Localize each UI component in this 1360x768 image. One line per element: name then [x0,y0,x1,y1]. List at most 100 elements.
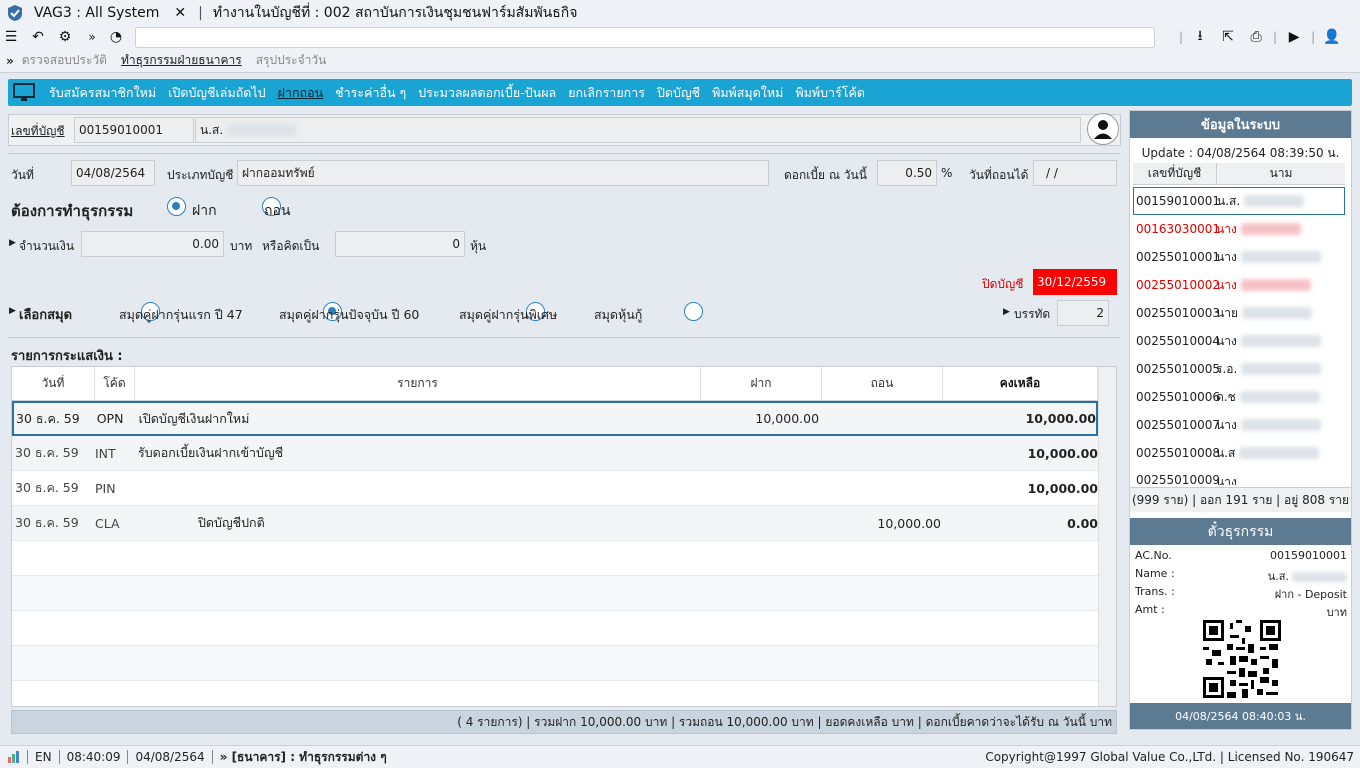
account-number-input[interactable]: 00159010001 [74,117,194,143]
download-icon[interactable]: ⭳ [1189,26,1211,48]
withdraw-date-label: วันที่ถอนได้ [969,168,1029,182]
history-icon[interactable]: ◔ [105,26,127,48]
table-row[interactable]: 30 ธ.ค. 59 CLA ปิดบัญชีปกติ 10,000.00 0.… [12,506,1098,541]
account-number-label[interactable]: เลขที่บัญชี [11,122,65,141]
empty-row [12,611,1098,646]
withdraw-label[interactable]: ถอน [264,200,290,222]
redacted-name [1239,391,1320,403]
col-name[interactable]: นาม [1217,163,1345,184]
list-item[interactable]: 00255010008 น.ส [1133,439,1345,467]
interest-field: 0.50 [877,160,937,186]
title-bar: VAG3 : All System ✕ | ทำงานในบัญชีที่ : … [0,0,1360,25]
redacted-name [1292,572,1347,582]
date-field: 04/08/2564 [71,160,155,186]
printer-icon[interactable]: ⎙ [1245,26,1267,48]
line-label: บรรทัด [1014,307,1051,321]
amount-input[interactable]: 0.00 [81,231,224,257]
gear-icon[interactable]: ⚙ [54,26,76,48]
vertical-scrollbar[interactable] [1098,367,1116,706]
book-option-current-label[interactable]: สมุดคู่ฝากรุ่นปัจจุบัน ปี 60 [279,305,419,325]
list-item[interactable]: 00255010006 ด.ช [1133,383,1345,411]
menu-new-member[interactable]: รับสมัครสมาชิกใหม่ [49,83,156,103]
redacted-name [1239,447,1320,459]
ledger-header: วันที่ โค้ด รายการ ฝาก ถอน คงเหลือ [12,367,1098,401]
line-arrow-icon: ▶ [1003,307,1010,317]
ledger-summary: ( 4 รายการ) | รวมฝาก 10,000.00 บาท | รวม… [457,714,1112,729]
list-item[interactable]: 00255010001 นาง [1133,243,1345,271]
col-description[interactable]: รายการ [135,367,701,400]
book-option-bond[interactable] [684,302,704,321]
redacted-name [1240,223,1301,235]
col-date[interactable]: วันที่ [12,367,95,400]
table-row[interactable]: 30 ธ.ค. 59 PIN 10,000.00 [12,471,1098,506]
list-item[interactable]: 00159010001 น.ส. [1133,187,1345,215]
line-input[interactable]: 2 [1057,300,1109,326]
toolbar: ☰ ↶ ⚙ » ◔ | ⭳ ⇱ ⎙ | ▶ | 👤 [0,25,1360,49]
action-menu-bar: รับสมัครสมาชิกใหม่ เปิดบัญชีเล่มถัดไป ฝา… [8,79,1352,106]
col-code[interactable]: โค้ด [95,367,135,400]
avatar-icon [1094,120,1112,139]
system-list-header: เลขที่บัญชี นาม [1133,163,1345,185]
avatar[interactable] [1087,113,1119,145]
play-icon[interactable]: ▶ [1283,26,1305,48]
shares-unit: หุ้น [470,239,487,253]
shares-label: หรือคิดเป็น [262,239,320,253]
list-item[interactable]: 00255010002 นาง [1133,271,1345,299]
breadcrumb-item-daily[interactable]: สรุปประจำวัน [256,51,327,70]
status-date: 04/08/2564 [135,750,205,764]
list-item[interactable]: 00255010007 นาง [1133,411,1345,439]
menu-close-account[interactable]: ปิดบัญชี [657,83,700,103]
menu-open-next-book[interactable]: เปิดบัญชีเล่มถัดไป [168,83,265,103]
col-deposit[interactable]: ฝาก [701,367,822,400]
book-label: เลือกสมุด [19,308,73,323]
book-option-first-label[interactable]: สมุดคู่ฝากรุ่นแรก ปี 47 [119,305,243,325]
ledger-summary-bar: ( 4 รายการ) | รวมฝาก 10,000.00 บาท | รวม… [11,710,1117,734]
book-option-special-label[interactable]: สมุดคู่ฝากรุ่นพิเศษ [459,305,557,325]
monitor-icon [13,82,35,103]
menu-cancel-item[interactable]: ยกเลิกรายการ [568,83,645,103]
deposit-radio[interactable] [167,197,186,216]
app-logo-icon [6,4,24,22]
divider [8,153,1121,154]
breadcrumb-item-banking[interactable]: ทำธุรกรรมฝ่ายธนาคาร [121,51,242,70]
command-input[interactable] [135,26,1155,48]
menu-print-new-book[interactable]: พิมพ์สมุดใหม่ [712,83,783,103]
table-row[interactable]: 30 ธ.ค. 59 INT รับดอกเบี้ยเงินฝากเข้าบัญ… [12,436,1098,471]
forward-icon[interactable]: » [81,26,103,48]
redacted-name [1240,279,1311,291]
redacted-name [1241,307,1312,319]
menu-print-barcode[interactable]: พิมพ์บาร์โค้ด [795,83,865,103]
book-arrow-icon: ▶ [9,306,16,316]
hamburger-menu-icon[interactable]: ☰ [0,26,22,48]
table-row[interactable]: 30 ธ.ค. 59 OPN เปิดบัญชีเงินฝากใหม่ 10,0… [12,401,1098,436]
close-tab-icon[interactable]: ✕ [174,5,186,21]
deposit-label[interactable]: ฝาก [192,200,217,222]
menu-other-payment[interactable]: ชำระค่าอื่น ๆ [335,83,406,103]
col-account-number[interactable]: เลขที่บัญชี [1133,163,1217,184]
menu-process-interest[interactable]: ประมวลผลดอกเบี้ย-ปันผล [418,83,556,103]
redacted-name [1240,419,1321,431]
slip-amt-row: Amt : บาท [1135,603,1347,619]
list-item[interactable]: 00255010005 ร.อ. [1133,355,1345,383]
user-icon[interactable]: 👤 [1321,26,1343,48]
back-icon[interactable]: ↶ [27,26,49,48]
col-withdraw[interactable]: ถอน [822,367,943,400]
list-item[interactable]: 00255010003 นาย [1133,299,1345,327]
name-prefix: น.ส. [200,122,224,137]
system-list-footer: (999 ราย) | ออก 191 ราย | อยู่ 808 ราย [1130,487,1351,512]
col-balance[interactable]: คงเหลือ [943,367,1098,400]
shares-input[interactable]: 0 [335,231,465,257]
list-item[interactable]: 00255010004 นาง [1133,327,1345,355]
list-item[interactable]: 00163030001 นาง [1133,215,1345,243]
language-indicator[interactable]: EN [35,750,52,764]
breadcrumb-item-history[interactable]: ตรวจสอบประวัติ [22,51,107,70]
external-link-icon[interactable]: ⇱ [1217,26,1239,48]
status-time: 08:40:09 [66,750,121,764]
empty-row [12,541,1098,576]
list-item[interactable]: 00255010009 นาง [1133,467,1345,485]
book-option-bond-label[interactable]: สมุดหุ้นกู้ [594,305,642,325]
menu-deposit-withdraw[interactable]: ฝากถอน [278,83,324,103]
close-account-label: ปิดบัญชี [982,277,1024,291]
empty-row [12,576,1098,611]
breadcrumb: » ตรวจสอบประวัติ ทำธุรกรรมฝ่ายธนาคาร สรุ… [0,49,1360,73]
